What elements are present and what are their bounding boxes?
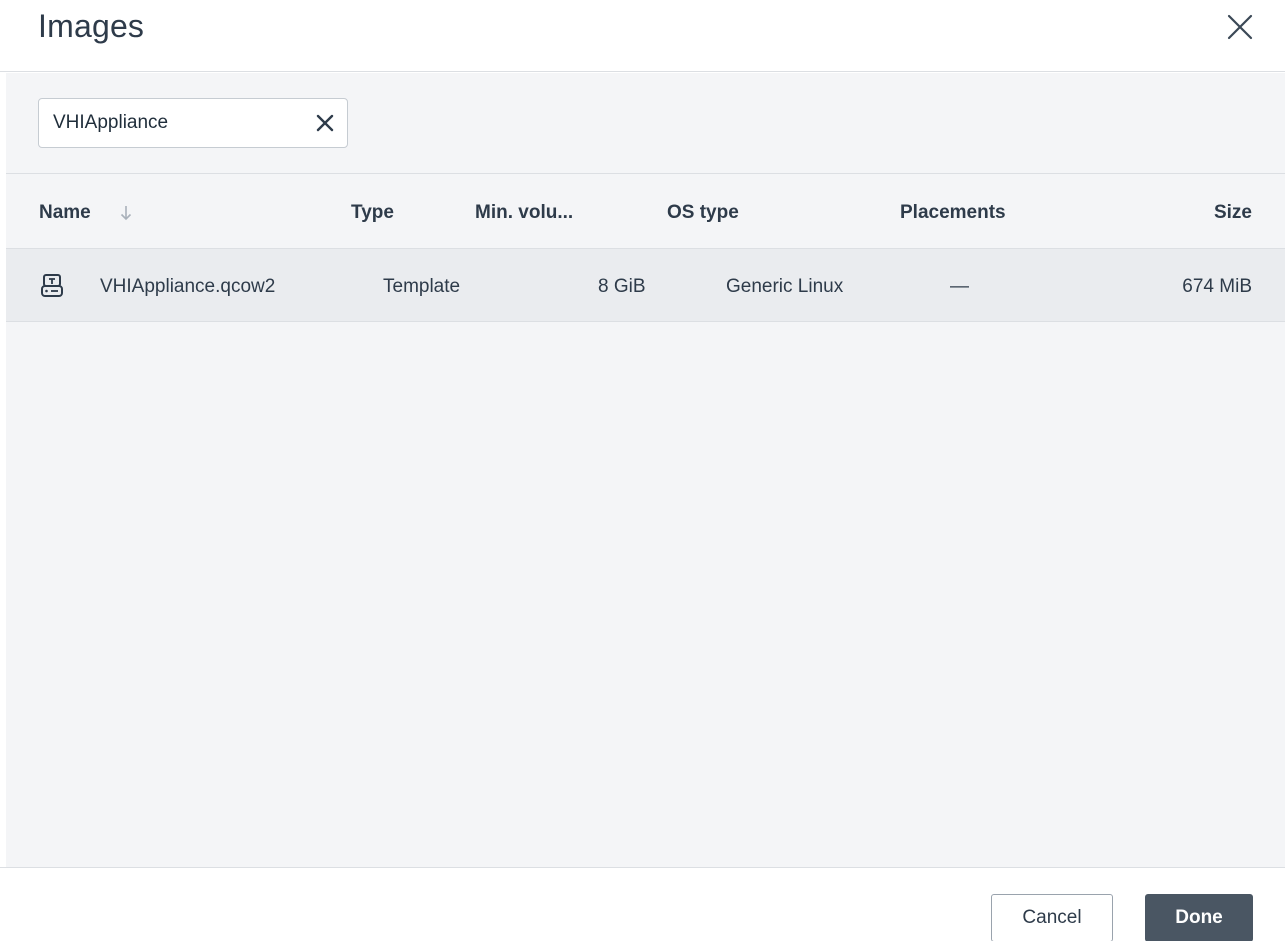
column-header-size[interactable]: Size: [1214, 202, 1252, 224]
search-box: [38, 98, 348, 148]
dialog-body: Name Type Min. volu... OS type Placement…: [6, 73, 1285, 867]
row-os-type: Generic Linux: [726, 276, 844, 297]
row-size: 674 MiB: [1182, 276, 1252, 297]
dialog-footer: Cancel Done: [0, 867, 1285, 941]
dialog-title: Images: [38, 8, 145, 44]
row-placements: —: [950, 276, 969, 297]
search-input[interactable]: [39, 99, 299, 147]
template-disk-icon: [41, 274, 63, 297]
cancel-button[interactable]: Cancel: [991, 894, 1113, 941]
search-clear-button[interactable]: [313, 111, 337, 135]
done-button[interactable]: Done: [1145, 894, 1253, 941]
table-header: Name Type Min. volu... OS type Placement…: [6, 174, 1285, 248]
close-icon: [1227, 14, 1253, 40]
clear-icon: [316, 114, 334, 132]
column-header-name[interactable]: Name: [39, 202, 91, 224]
column-header-os-type[interactable]: OS type: [667, 202, 739, 224]
table-row[interactable]: VHIAppliance.qcow2 Template 8 GiB Generi…: [6, 248, 1285, 322]
dialog-header: Images: [0, 0, 1285, 72]
row-type: Template: [383, 276, 461, 297]
row-name: VHIAppliance.qcow2: [100, 276, 276, 297]
close-button[interactable]: [1221, 8, 1259, 46]
column-header-type[interactable]: Type: [351, 202, 394, 224]
arrow-down-icon[interactable]: [118, 203, 134, 223]
column-header-min-volume[interactable]: Min. volu...: [475, 202, 573, 224]
row-min-volume: 8 GiB: [598, 276, 646, 297]
column-header-placements[interactable]: Placements: [900, 202, 1006, 224]
